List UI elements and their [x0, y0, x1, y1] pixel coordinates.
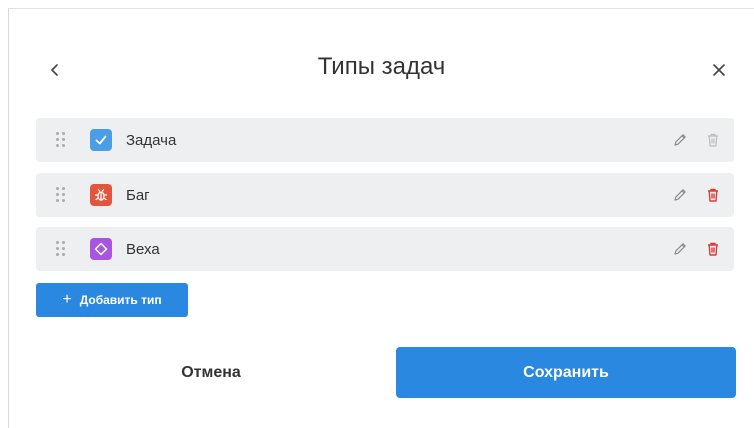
- edit-button[interactable]: [670, 130, 690, 150]
- task-type-row[interactable]: Баг: [36, 173, 734, 217]
- task-type-label: Веха: [126, 241, 160, 258]
- delete-button[interactable]: [703, 185, 723, 205]
- edit-button[interactable]: [670, 239, 690, 259]
- pencil-icon: [674, 243, 686, 255]
- save-button[interactable]: Сохранить: [396, 347, 736, 398]
- drag-handle-icon[interactable]: [56, 132, 66, 148]
- delete-button-disabled: [703, 130, 723, 150]
- task-type-label: Баг: [126, 187, 150, 204]
- delete-button[interactable]: [703, 239, 723, 259]
- bug-icon: [90, 184, 112, 206]
- task-type-row[interactable]: Веха: [36, 227, 734, 271]
- plus-icon: +: [62, 291, 72, 308]
- checkmark-icon: [90, 129, 112, 151]
- pencil-icon: [674, 189, 686, 201]
- edit-button[interactable]: [670, 185, 690, 205]
- trash-icon: [708, 188, 718, 202]
- trash-icon: [708, 242, 718, 256]
- close-button[interactable]: [705, 56, 733, 84]
- drag-handle-icon[interactable]: [56, 241, 66, 257]
- milestone-diamond-icon: [90, 238, 112, 260]
- pencil-icon: [674, 134, 686, 146]
- trash-icon: [708, 133, 718, 147]
- task-type-label: Задача: [126, 132, 177, 149]
- task-type-row[interactable]: Задача: [36, 118, 734, 162]
- close-icon: [713, 64, 725, 76]
- drag-handle-icon[interactable]: [56, 187, 66, 203]
- dialog-title: Типы задач: [317, 53, 446, 80]
- add-type-button[interactable]: + Добавить тип: [36, 283, 188, 317]
- cancel-button[interactable]: Отмена: [36, 347, 386, 398]
- add-type-label: Добавить тип: [79, 293, 162, 307]
- task-types-dialog: Типы задач Задача Баг Веха + Добавить ти…: [8, 8, 754, 428]
